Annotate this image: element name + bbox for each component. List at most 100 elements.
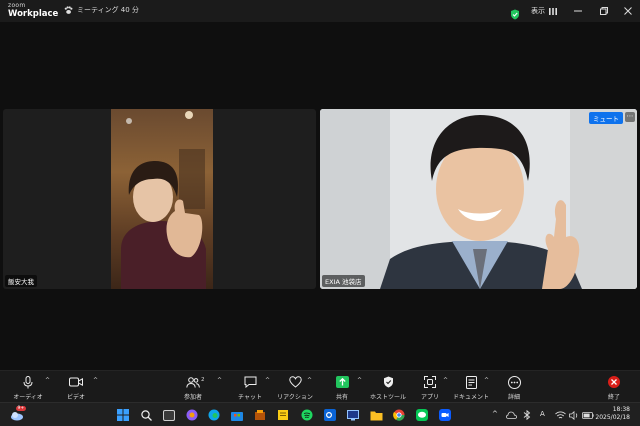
taskbar-app-edge[interactable] — [207, 408, 221, 422]
video-options-chevron-icon[interactable]: ^ — [93, 377, 98, 384]
bluetooth-icon — [523, 410, 531, 420]
participant-video — [320, 109, 637, 289]
reactions-label: リアクション — [277, 394, 313, 401]
os-taskbar: 9+ ^ A 18:38 2025/02/18 — [0, 402, 640, 426]
windows-icon — [117, 409, 129, 421]
close-icon — [624, 7, 632, 15]
notes-icon — [278, 410, 288, 420]
participants-label: 参加者 — [183, 394, 202, 401]
meeting-stage: 飯安大我 ミュート ⋯ EXIA 池袋店 — [0, 22, 640, 370]
chrome-icon — [393, 409, 405, 421]
more-label: 詳細 — [507, 394, 520, 401]
brand-name: Workplace — [8, 9, 59, 19]
end-call-icon — [608, 376, 620, 388]
shield-icon — [383, 376, 393, 388]
spotify-icon — [301, 409, 313, 421]
notification-badge: 9+ — [16, 406, 26, 411]
documents-label: ドキュメント — [452, 394, 489, 401]
clock-time: 18:38 — [612, 406, 630, 413]
tray-battery[interactable] — [581, 408, 595, 422]
store-icon — [231, 411, 243, 421]
tray-overflow-chevron-icon[interactable]: ^ — [492, 410, 498, 418]
meeting-title: ミーティング 40 分 — [77, 6, 139, 14]
participant-tile[interactable]: 飯安大我 — [3, 109, 316, 289]
end-meeting-button[interactable]: 終了 — [590, 375, 638, 401]
meeting-info[interactable]: ミーティング 40 分 — [64, 5, 139, 15]
more-icon — [507, 375, 521, 389]
participant-video — [111, 109, 213, 289]
mute-badge[interactable]: ミュート — [589, 112, 623, 124]
taskbar-app-remote[interactable] — [346, 408, 360, 422]
battery-icon — [582, 411, 594, 419]
taskbar-app-copilot[interactable] — [185, 408, 199, 422]
folder-icon — [370, 411, 382, 420]
cloud-icon — [505, 411, 517, 419]
participant-name: 飯安大我 — [5, 275, 37, 287]
restore-button[interactable] — [596, 3, 612, 19]
outlook-icon — [324, 409, 336, 421]
view-label: 表示 — [531, 7, 545, 15]
taskbar-app-spotify[interactable] — [300, 408, 314, 422]
line-icon — [416, 409, 428, 421]
audio-label: オーディオ — [13, 394, 43, 401]
host-tools-label: ホストツール — [369, 394, 406, 401]
taskbar-app-game[interactable] — [253, 408, 267, 422]
video-label: ビデオ — [66, 394, 85, 401]
tray-wifi[interactable] — [553, 408, 567, 422]
participants-button[interactable]: 参加者 — [169, 375, 217, 401]
copilot-icon — [186, 409, 198, 421]
taskbar-app-outlook[interactable] — [323, 408, 337, 422]
search-icon — [140, 409, 152, 421]
system-clock[interactable]: 18:38 2025/02/18 — [595, 406, 630, 422]
participants-count: 2 — [201, 377, 205, 383]
host-tools-button[interactable]: ホストツール — [364, 375, 412, 401]
tray-cloud[interactable] — [504, 408, 518, 422]
app-logo: zoom Workplace — [8, 3, 58, 19]
participants-icon — [186, 376, 200, 388]
video-camera-icon — [69, 377, 83, 387]
view-button[interactable]: 表示 — [531, 6, 557, 16]
taskbar-app-explorer[interactable] — [369, 408, 383, 422]
minimize-button[interactable] — [570, 3, 586, 19]
chat-options-chevron-icon[interactable]: ^ — [265, 377, 270, 384]
taskbar-app-store[interactable] — [230, 408, 244, 422]
taskbar-search-button[interactable] — [139, 408, 153, 422]
audio-options-chevron-icon[interactable]: ^ — [45, 377, 50, 384]
more-button[interactable]: 詳細 — [490, 375, 538, 401]
task-view-icon — [163, 409, 175, 421]
grid-icon — [549, 7, 557, 15]
game-icon — [255, 410, 265, 420]
participant-tile-active[interactable]: ミュート ⋯ EXIA 池袋店 — [320, 109, 637, 289]
participants-options-chevron-icon[interactable]: ^ — [217, 377, 222, 384]
start-button[interactable] — [116, 408, 130, 422]
wifi-icon — [554, 411, 566, 418]
taskbar-app-line[interactable] — [415, 408, 429, 422]
documents-options-chevron-icon[interactable]: ^ — [484, 377, 489, 384]
ime-indicator[interactable]: A — [540, 410, 545, 418]
reactions-options-chevron-icon[interactable]: ^ — [307, 377, 312, 384]
tray-network-settings[interactable] — [520, 408, 534, 422]
microphone-icon — [23, 375, 33, 388]
end-label: 終了 — [607, 394, 620, 401]
tile-more-button[interactable]: ⋯ — [625, 112, 635, 122]
share-screen-icon — [335, 376, 349, 388]
zoom-app-icon — [439, 409, 451, 421]
share-label: 共有 — [335, 394, 348, 401]
apps-label: アプリ — [420, 394, 439, 401]
chat-label: チャット — [238, 394, 262, 401]
apps-icon — [424, 376, 436, 388]
person-silhouette — [121, 111, 206, 289]
taskbar-app-zoom[interactable] — [438, 408, 452, 422]
tray-volume[interactable] — [567, 408, 581, 422]
document-icon — [465, 375, 477, 389]
speaker-icon — [568, 410, 577, 420]
title-bar: zoom Workplace ミーティング 40 分 表示 — [0, 0, 640, 22]
taskbar-app-chrome[interactable] — [392, 408, 406, 422]
paw-icon — [64, 5, 73, 14]
monitor-icon — [347, 409, 359, 420]
taskbar-app-task-view[interactable] — [162, 408, 176, 422]
close-button[interactable] — [620, 3, 636, 19]
edge-browser-icon — [208, 409, 220, 421]
taskbar-app-notes[interactable] — [276, 408, 290, 422]
share-options-chevron-icon[interactable]: ^ — [357, 377, 362, 384]
